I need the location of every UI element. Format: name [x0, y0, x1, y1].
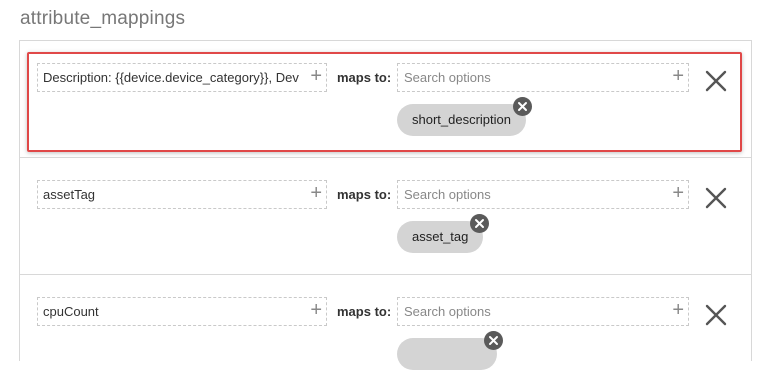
search-placeholder: Search options	[404, 304, 491, 319]
chip-remove-icon[interactable]	[513, 97, 532, 116]
search-options-input[interactable]: Search options +	[397, 297, 689, 326]
add-icon[interactable]: +	[310, 64, 322, 89]
search-placeholder: Search options	[404, 70, 491, 85]
search-placeholder: Search options	[404, 187, 491, 202]
maps-to-label: maps to:	[337, 304, 392, 319]
chip-remove-icon[interactable]	[470, 214, 490, 233]
selected-option-chip: short_description	[397, 97, 532, 136]
remove-row-icon[interactable]	[704, 303, 728, 327]
maps-to-label: maps to:	[337, 70, 392, 85]
search-options-input[interactable]: Search options +	[397, 180, 689, 209]
selected-option-chip: asset_tag	[397, 214, 490, 253]
add-icon[interactable]: +	[672, 298, 684, 323]
mapping-row: cpuCount + maps to: Search options +	[20, 275, 751, 375]
attribute-mappings-panel: Description: {{device.device_category}},…	[19, 40, 752, 370]
chip-label: asset_tag	[412, 229, 469, 244]
add-icon[interactable]: +	[672, 64, 684, 89]
section-title: attribute_mappings	[20, 8, 186, 29]
maps-to-label: maps to:	[337, 187, 392, 202]
source-value: Description: {{device.device_category}},…	[43, 70, 299, 85]
source-field[interactable]: assetTag +	[37, 180, 327, 209]
source-field[interactable]: cpuCount +	[37, 297, 327, 326]
search-options-input[interactable]: Search options +	[397, 63, 689, 92]
add-icon[interactable]: +	[310, 298, 322, 323]
mapping-row: assetTag + maps to: Search options + ass…	[20, 158, 751, 275]
remove-row-icon[interactable]	[704, 69, 728, 93]
add-icon[interactable]: +	[672, 181, 684, 206]
mapping-row: Description: {{device.device_category}},…	[20, 41, 751, 158]
chip-remove-icon[interactable]	[484, 331, 503, 350]
source-value: cpuCount	[43, 304, 99, 319]
selected-option-chip	[397, 331, 503, 370]
remove-row-icon[interactable]	[704, 186, 728, 210]
add-icon[interactable]: +	[310, 181, 322, 206]
chip-label: short_description	[412, 112, 511, 127]
source-value: assetTag	[43, 187, 96, 202]
source-field[interactable]: Description: {{device.device_category}},…	[37, 63, 327, 92]
